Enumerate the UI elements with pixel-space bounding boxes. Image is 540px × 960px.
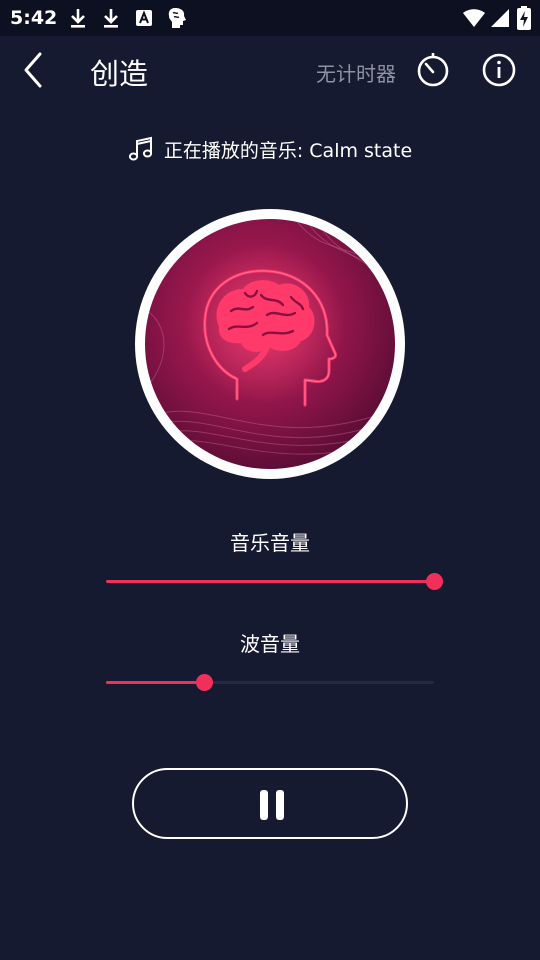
info-icon[interactable] xyxy=(480,51,518,89)
download-icon xyxy=(104,9,118,28)
now-playing: 正在播放的音乐: Calm state xyxy=(0,134,540,164)
slider-fill xyxy=(106,580,434,583)
signal-icon xyxy=(491,9,509,27)
wave-volume-slider[interactable] xyxy=(106,671,434,695)
now-playing-label: 正在播放的音乐: Calm state xyxy=(163,139,413,162)
slider-fill xyxy=(106,681,205,684)
download-icon xyxy=(71,9,85,28)
font-a-icon xyxy=(136,10,152,26)
timer-icon[interactable] xyxy=(414,51,452,89)
status-bar: 5:42 xyxy=(0,0,540,36)
slider-thumb[interactable] xyxy=(196,674,214,691)
music-note-icon xyxy=(128,136,152,161)
music-volume-label: 音乐音量 xyxy=(230,531,310,555)
pause-button[interactable] xyxy=(132,768,408,839)
slider-thumb[interactable] xyxy=(426,573,443,590)
status-time: 5:42 xyxy=(10,7,58,29)
app-bar: 创造 无计时器 xyxy=(0,36,540,102)
timer-status-label: 无计时器 xyxy=(316,62,396,86)
pause-icon xyxy=(260,790,284,820)
brain-artwork xyxy=(145,219,395,469)
wave-volume-label: 波音量 xyxy=(240,632,300,656)
wifi-icon xyxy=(463,9,485,27)
back-arrow-icon[interactable] xyxy=(14,50,54,90)
music-volume-slider[interactable] xyxy=(106,570,443,594)
battery-charging-icon xyxy=(517,6,531,30)
brain-icon xyxy=(168,8,186,28)
page-title: 创造 xyxy=(90,57,149,91)
artwork-frame xyxy=(135,209,405,479)
